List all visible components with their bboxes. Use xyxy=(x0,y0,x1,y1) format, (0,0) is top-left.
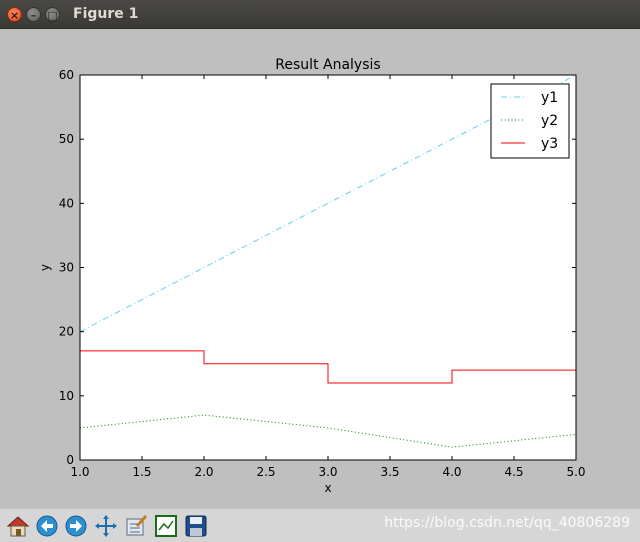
watermark-text: https://blog.csdn.net/qq_40806289 xyxy=(384,515,630,531)
window-title: Figure 1 xyxy=(73,6,139,22)
x-tick-label: 3.5 xyxy=(380,465,399,479)
axes: 1.0 1.5 2.0 2.5 3.0 3.5 4.0 4.5 5.0 0 10 20 30 40 50 60… xyxy=(38,57,586,495)
save-button[interactable] xyxy=(182,512,209,539)
back-button[interactable] xyxy=(33,512,60,539)
x-tick-label: 5.0 xyxy=(566,465,585,479)
figure-window: × – □ Figure 1 1.0 1.5 2.0 2.5 3.0 3.5 4.0 4.5 5… xyxy=(0,0,640,542)
zoom-to-rect-button[interactable] xyxy=(152,512,179,539)
home-button[interactable] xyxy=(4,512,31,539)
figure-canvas[interactable]: 1.0 1.5 2.0 2.5 3.0 3.5 4.0 4.5 5.0 0 10 20 30 40 50 60… xyxy=(0,29,640,508)
legend-label-y2: y2 xyxy=(541,113,558,129)
x-tick-label: 4.0 xyxy=(442,465,461,479)
legend-label-y3: y3 xyxy=(541,136,558,152)
y-tick-label: 60 xyxy=(59,68,74,82)
y-tick-label: 0 xyxy=(66,453,74,467)
forward-arrow-icon xyxy=(65,515,86,536)
save-icon xyxy=(185,515,206,536)
x-axis-label: x xyxy=(324,481,331,495)
maximize-window-button[interactable]: □ xyxy=(45,7,60,22)
back-arrow-icon xyxy=(36,515,57,536)
minimize-icon: – xyxy=(30,9,37,22)
y-tick-label: 50 xyxy=(59,132,74,146)
y-tick-label: 20 xyxy=(59,325,74,339)
x-tick-label: 3.0 xyxy=(318,465,337,479)
pan-icon xyxy=(94,514,117,537)
chart-svg: 1.0 1.5 2.0 2.5 3.0 3.5 4.0 4.5 5.0 0 10 20 30 40 50 60… xyxy=(38,57,586,495)
x-tick-label: 4.5 xyxy=(504,465,523,479)
y-tick-label: 40 xyxy=(59,196,74,210)
close-window-button[interactable]: × xyxy=(7,7,22,22)
chart-title: Result Analysis xyxy=(275,57,380,73)
x-tick-label: 2.5 xyxy=(256,465,275,479)
home-icon xyxy=(6,515,29,536)
y-tick-label: 10 xyxy=(59,389,74,403)
pan-button[interactable] xyxy=(92,512,119,539)
configure-subplots-button[interactable] xyxy=(122,512,149,539)
configure-subplots-icon xyxy=(126,514,147,535)
y-tick-label: 30 xyxy=(59,261,74,275)
x-tick-label: 1.5 xyxy=(132,465,151,479)
y-axis-label: y xyxy=(38,264,52,271)
navigation-toolbar: https://blog.csdn.net/qq_40806289 xyxy=(0,508,640,542)
close-icon: × xyxy=(9,9,20,22)
maximize-icon: □ xyxy=(47,9,58,22)
legend-label-y1: y1 xyxy=(541,90,558,106)
title-bar[interactable]: × – □ Figure 1 xyxy=(0,0,640,29)
x-tick-label: 1.0 xyxy=(70,465,89,479)
forward-button[interactable] xyxy=(62,512,89,539)
minimize-window-button[interactable]: – xyxy=(26,7,41,22)
x-tick-label: 2.0 xyxy=(194,465,213,479)
zoom-rect-icon xyxy=(154,514,177,537)
